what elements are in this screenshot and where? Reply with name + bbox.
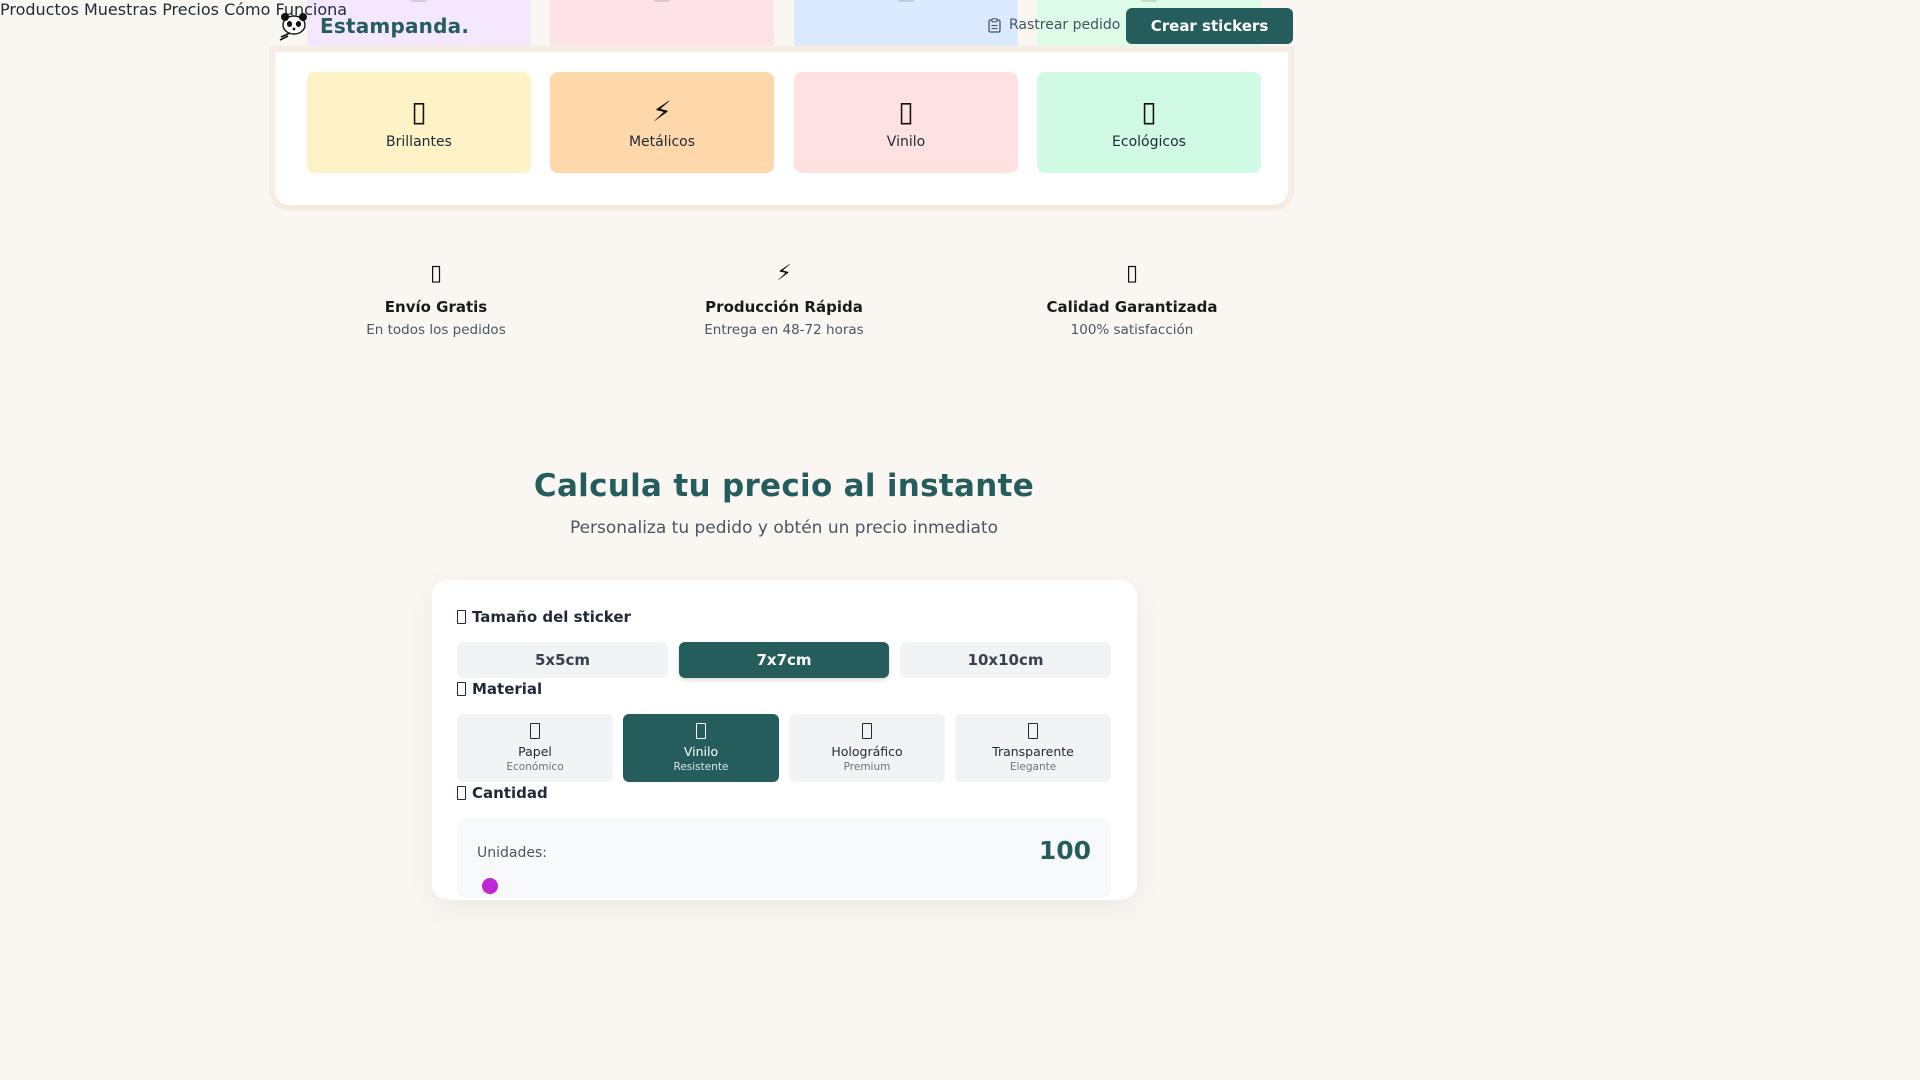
leaf-icon: ▯ bbox=[1141, 94, 1157, 128]
material-label-text: Material bbox=[472, 680, 543, 698]
palette-icon bbox=[457, 682, 466, 696]
material-option-transparente[interactable]: Transparente Elegante bbox=[955, 714, 1111, 782]
feature-subtitle: 100% satisfacción bbox=[1070, 322, 1194, 338]
material-desc: Económico bbox=[506, 761, 564, 773]
lightning-icon: ⚡ bbox=[652, 94, 672, 128]
paper-icon bbox=[530, 723, 540, 739]
main-nav: Productos Muestras Precios Cómo Funciona bbox=[0, 0, 1568, 19]
material-desc: Premium bbox=[843, 761, 891, 773]
nav-link-productos[interactable]: Productos bbox=[0, 0, 79, 19]
stack-icon bbox=[457, 786, 466, 800]
material-option-holografico[interactable]: Holográfico Premium bbox=[789, 714, 945, 782]
size-label-text: Tamaño del sticker bbox=[472, 608, 631, 626]
material-name: Holográfico bbox=[831, 744, 903, 759]
quantity-box: Unidades: 100 bbox=[457, 818, 1111, 898]
lightning-icon: ⚡ bbox=[776, 261, 792, 286]
size-option-5x5[interactable]: 5x5cm bbox=[457, 642, 668, 678]
size-section-label: Tamaño del sticker bbox=[457, 608, 631, 626]
panda-logo-icon bbox=[279, 13, 307, 41]
feature-free-shipping: ▯ Envío Gratis En todos los pedidos bbox=[316, 260, 556, 338]
feature-quality: ▯ Calidad Garantizada 100% satisfacción bbox=[1012, 260, 1252, 338]
truck-icon: ▯ bbox=[429, 261, 443, 286]
feature-subtitle: En todos los pedidos bbox=[366, 322, 506, 338]
create-stickers-button[interactable]: Crear stickers bbox=[1126, 8, 1293, 44]
size-option-7x7[interactable]: 7x7cm bbox=[679, 642, 889, 678]
quantity-label-text: Cantidad bbox=[472, 784, 548, 802]
site-header: Estampanda. Productos Muestras Precios C… bbox=[0, 0, 1568, 52]
category-label: Vinilo bbox=[886, 133, 926, 150]
ruler-icon bbox=[457, 610, 466, 624]
vinyl-icon: ▯ bbox=[898, 94, 914, 128]
vinyl-icon bbox=[696, 723, 706, 739]
brand-logo[interactable]: Estampanda. bbox=[278, 11, 469, 41]
size-option-10x10[interactable]: 10x10cm bbox=[900, 642, 1111, 678]
feature-title: Producción Rápida bbox=[705, 298, 863, 316]
category-card-brillantes[interactable]: ▯ Brillantes bbox=[307, 72, 531, 173]
feature-title: Calidad Garantizada bbox=[1046, 298, 1218, 316]
clipboard-icon bbox=[988, 17, 1001, 33]
feature-fast-production: ⚡ Producción Rápida Entrega en 48-72 hor… bbox=[664, 260, 904, 338]
category-card-ecologicos[interactable]: ▯ Ecológicos bbox=[1037, 72, 1261, 173]
feature-title: Envío Gratis bbox=[384, 298, 488, 316]
category-label: Ecológicos bbox=[1112, 133, 1186, 150]
material-option-vinilo[interactable]: Vinilo Resistente bbox=[623, 714, 779, 782]
material-desc: Resistente bbox=[673, 761, 729, 773]
material-section-label: Material bbox=[457, 680, 542, 698]
feature-subtitle: Entrega en 48-72 horas bbox=[704, 322, 864, 338]
track-order-label: Rastrear pedido bbox=[1009, 17, 1121, 33]
brand-name: Estampanda. bbox=[320, 14, 470, 38]
categories-panel: ▯ Brillantes ⚡ Metálicos ▯ Vinilo ▯ Ecol… bbox=[275, 52, 1288, 205]
calculator-subtitle: Personaliza tu pedido y obtén un precio … bbox=[569, 518, 999, 538]
category-card-metalicos[interactable]: ⚡ Metálicos bbox=[550, 72, 774, 173]
sparkles-icon: ▯ bbox=[411, 94, 427, 128]
badge-icon: ▯ bbox=[1125, 261, 1139, 286]
transparent-icon bbox=[1028, 723, 1038, 739]
category-label: Brillantes bbox=[386, 133, 452, 150]
nav-link-precios[interactable]: Precios bbox=[162, 0, 219, 19]
units-label: Unidades: bbox=[477, 845, 547, 861]
category-label: Metálicos bbox=[628, 133, 696, 150]
material-option-papel[interactable]: Papel Económico bbox=[457, 714, 613, 782]
material-name: Papel bbox=[518, 744, 552, 759]
category-card-vinilo[interactable]: ▯ Vinilo bbox=[794, 72, 1018, 173]
nav-link-muestras[interactable]: Muestras bbox=[84, 0, 157, 19]
quantity-slider-thumb[interactable] bbox=[482, 878, 498, 894]
track-order-link[interactable]: Rastrear pedido bbox=[988, 17, 1120, 33]
holographic-icon bbox=[862, 723, 872, 739]
material-name: Transparente bbox=[992, 744, 1074, 759]
material-desc: Elegante bbox=[1009, 761, 1057, 773]
units-value: 100 bbox=[1038, 836, 1091, 865]
material-name: Vinilo bbox=[683, 744, 719, 759]
price-calculator-card: Tamaño del sticker 5x5cm 7x7cm 10x10cm M… bbox=[432, 580, 1137, 900]
quantity-section-label: Cantidad bbox=[457, 784, 548, 802]
calculator-title: Calcula tu precio al instante bbox=[533, 468, 1035, 504]
